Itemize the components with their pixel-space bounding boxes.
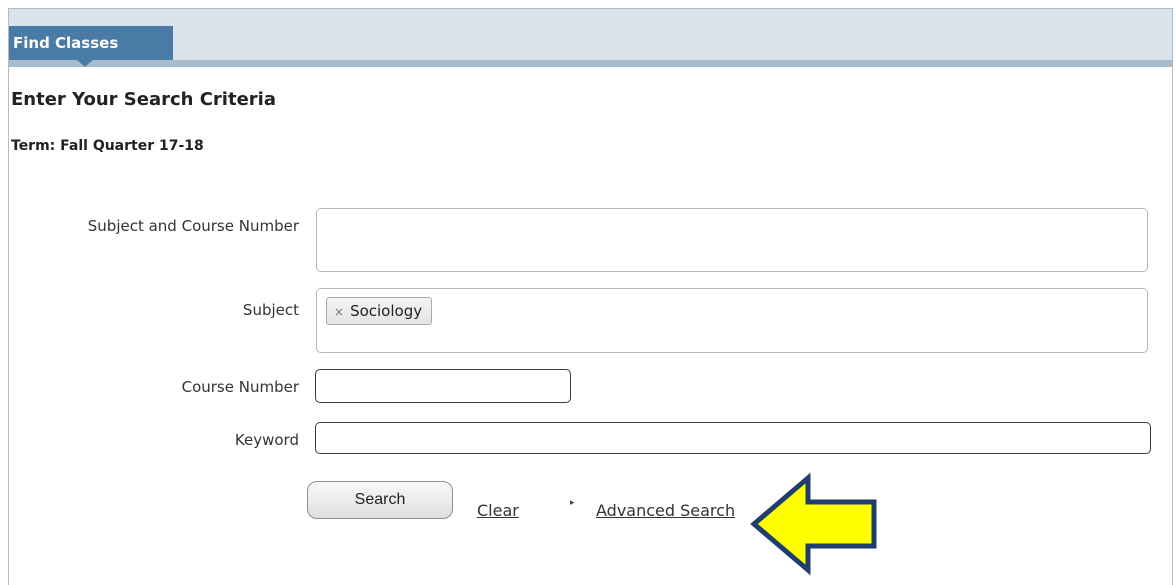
chip-label: Sociology [350, 302, 423, 320]
term-label: Term: Fall Quarter 17-18 [11, 138, 204, 154]
course-number-input[interactable] [315, 369, 571, 403]
expand-caret-icon: ▸ [570, 498, 575, 508]
subject-input[interactable]: × Sociology [316, 288, 1148, 353]
subject-label: Subject [242, 301, 299, 319]
search-button[interactable]: Search [307, 481, 453, 519]
keyword-label: Keyword [234, 431, 299, 449]
subject-chip-sociology: × Sociology [326, 297, 433, 325]
clear-link[interactable]: Clear [477, 501, 519, 520]
course-number-label: Course Number [181, 378, 299, 396]
page-heading: Enter Your Search Criteria [11, 89, 276, 110]
remove-chip-icon[interactable]: × [334, 305, 344, 319]
tab-strip: Find Classes [9, 9, 1172, 67]
subject-course-label: Subject and Course Number [87, 217, 299, 235]
tab-find-classes[interactable]: Find Classes [9, 26, 173, 60]
left-arrow-icon [750, 472, 877, 576]
subject-course-input[interactable] [316, 208, 1148, 272]
keyword-input[interactable] [315, 422, 1151, 454]
advanced-search-link[interactable]: Advanced Search [596, 501, 735, 520]
tab-pointer-icon [77, 60, 93, 67]
